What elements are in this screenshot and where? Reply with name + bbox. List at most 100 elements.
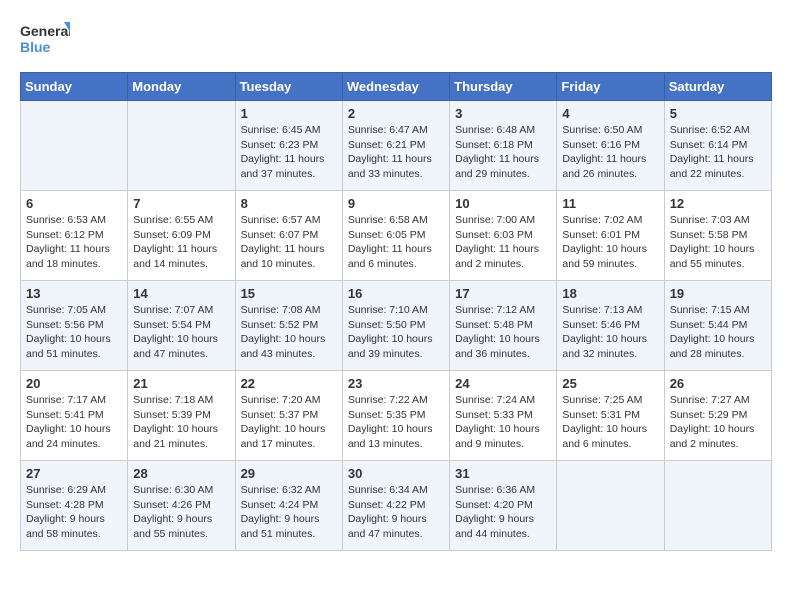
day-number: 14 xyxy=(133,286,229,301)
calendar-cell: 8 Sunrise: 6:57 AM Sunset: 6:07 PM Daylig… xyxy=(235,191,342,281)
day-info: Sunrise: 7:07 AM Sunset: 5:54 PM Dayligh… xyxy=(133,303,229,362)
weekday-header: Friday xyxy=(557,73,664,101)
day-number: 26 xyxy=(670,376,766,391)
calendar-cell: 18 Sunrise: 7:13 AM Sunset: 5:46 PM Dayli… xyxy=(557,281,664,371)
svg-text:Blue: Blue xyxy=(20,39,51,55)
weekday-header: Sunday xyxy=(21,73,128,101)
calendar-week-row: 6 Sunrise: 6:53 AM Sunset: 6:12 PM Daylig… xyxy=(21,191,772,281)
calendar-cell: 27Sunrise: 6:29 AM Sunset: 4:28 PM Dayli… xyxy=(21,461,128,551)
calendar-cell: 29 Sunrise: 6:32 AM Sunset: 4:24 PM Dayli… xyxy=(235,461,342,551)
calendar-week-row: 27Sunrise: 6:29 AM Sunset: 4:28 PM Dayli… xyxy=(21,461,772,551)
calendar-cell: 23 Sunrise: 7:22 AM Sunset: 5:35 PM Dayli… xyxy=(342,371,449,461)
day-number: 8 xyxy=(241,196,337,211)
calendar-cell: 22 Sunrise: 7:20 AM Sunset: 5:37 PM Dayli… xyxy=(235,371,342,461)
day-number: 29 xyxy=(241,466,337,481)
day-info: Sunrise: 6:52 AM Sunset: 6:14 PM Dayligh… xyxy=(670,123,766,182)
logo-svg: General Blue xyxy=(20,20,70,62)
weekday-header-row: SundayMondayTuesdayWednesdayThursdayFrid… xyxy=(21,73,772,101)
day-info: Sunrise: 7:20 AM Sunset: 5:37 PM Dayligh… xyxy=(241,393,337,452)
calendar-cell xyxy=(664,461,771,551)
calendar-cell: 9 Sunrise: 6:58 AM Sunset: 6:05 PM Daylig… xyxy=(342,191,449,281)
day-info: Sunrise: 7:25 AM Sunset: 5:31 PM Dayligh… xyxy=(562,393,658,452)
day-info: Sunrise: 6:53 AM Sunset: 6:12 PM Dayligh… xyxy=(26,213,122,272)
calendar-cell: 11 Sunrise: 7:02 AM Sunset: 6:01 PM Dayli… xyxy=(557,191,664,281)
day-info: Sunrise: 7:10 AM Sunset: 5:50 PM Dayligh… xyxy=(348,303,444,362)
day-number: 28 xyxy=(133,466,229,481)
day-number: 24 xyxy=(455,376,551,391)
calendar-table: SundayMondayTuesdayWednesdayThursdayFrid… xyxy=(20,72,772,551)
calendar-cell: 20 Sunrise: 7:17 AM Sunset: 5:41 PM Dayli… xyxy=(21,371,128,461)
day-number: 19 xyxy=(670,286,766,301)
day-number: 11 xyxy=(562,196,658,211)
day-info: Sunrise: 7:08 AM Sunset: 5:52 PM Dayligh… xyxy=(241,303,337,362)
day-number: 15 xyxy=(241,286,337,301)
calendar-week-row: 1 Sunrise: 6:45 AM Sunset: 6:23 PM Daylig… xyxy=(21,101,772,191)
calendar-cell: 25 Sunrise: 7:25 AM Sunset: 5:31 PM Dayli… xyxy=(557,371,664,461)
weekday-header: Saturday xyxy=(664,73,771,101)
day-number: 18 xyxy=(562,286,658,301)
day-info: Sunrise: 7:27 AM Sunset: 5:29 PM Dayligh… xyxy=(670,393,766,452)
day-info: Sunrise: 7:15 AM Sunset: 5:44 PM Dayligh… xyxy=(670,303,766,362)
calendar-cell: 1 Sunrise: 6:45 AM Sunset: 6:23 PM Daylig… xyxy=(235,101,342,191)
calendar-cell: 4Sunrise: 6:50 AM Sunset: 6:16 PM Daylig… xyxy=(557,101,664,191)
day-number: 17 xyxy=(455,286,551,301)
calendar-cell: 12 Sunrise: 7:03 AM Sunset: 5:58 PM Dayli… xyxy=(664,191,771,281)
day-number: 23 xyxy=(348,376,444,391)
day-number: 13 xyxy=(26,286,122,301)
day-info: Sunrise: 7:05 AM Sunset: 5:56 PM Dayligh… xyxy=(26,303,122,362)
day-number: 20 xyxy=(26,376,122,391)
day-info: Sunrise: 6:58 AM Sunset: 6:05 PM Dayligh… xyxy=(348,213,444,272)
header: General Blue xyxy=(20,20,772,62)
day-info: Sunrise: 7:00 AM Sunset: 6:03 PM Dayligh… xyxy=(455,213,551,272)
calendar-cell: 31Sunrise: 6:36 AM Sunset: 4:20 PM Dayli… xyxy=(450,461,557,551)
day-info: Sunrise: 7:22 AM Sunset: 5:35 PM Dayligh… xyxy=(348,393,444,452)
day-info: Sunrise: 7:24 AM Sunset: 5:33 PM Dayligh… xyxy=(455,393,551,452)
calendar-week-row: 13 Sunrise: 7:05 AM Sunset: 5:56 PM Dayli… xyxy=(21,281,772,371)
day-info: Sunrise: 7:02 AM Sunset: 6:01 PM Dayligh… xyxy=(562,213,658,272)
calendar-cell: 15 Sunrise: 7:08 AM Sunset: 5:52 PM Dayli… xyxy=(235,281,342,371)
calendar-cell: 10 Sunrise: 7:00 AM Sunset: 6:03 PM Dayli… xyxy=(450,191,557,281)
day-number: 27 xyxy=(26,466,122,481)
calendar-cell: 26 Sunrise: 7:27 AM Sunset: 5:29 PM Dayli… xyxy=(664,371,771,461)
day-info: Sunrise: 6:30 AM Sunset: 4:26 PM Dayligh… xyxy=(133,483,229,542)
day-info: Sunrise: 7:13 AM Sunset: 5:46 PM Dayligh… xyxy=(562,303,658,362)
calendar-cell: 7Sunrise: 6:55 AM Sunset: 6:09 PM Daylig… xyxy=(128,191,235,281)
day-number: 2 xyxy=(348,106,444,121)
day-number: 16 xyxy=(348,286,444,301)
page-container: General Blue SundayMondayTuesdayWednesda… xyxy=(0,0,792,561)
weekday-header: Tuesday xyxy=(235,73,342,101)
day-number: 25 xyxy=(562,376,658,391)
weekday-header: Thursday xyxy=(450,73,557,101)
logo: General Blue xyxy=(20,20,70,62)
day-number: 31 xyxy=(455,466,551,481)
day-number: 5 xyxy=(670,106,766,121)
day-number: 10 xyxy=(455,196,551,211)
day-number: 4 xyxy=(562,106,658,121)
day-info: Sunrise: 7:17 AM Sunset: 5:41 PM Dayligh… xyxy=(26,393,122,452)
calendar-cell xyxy=(557,461,664,551)
day-info: Sunrise: 7:18 AM Sunset: 5:39 PM Dayligh… xyxy=(133,393,229,452)
weekday-header: Wednesday xyxy=(342,73,449,101)
day-number: 1 xyxy=(241,106,337,121)
calendar-cell: 30 Sunrise: 6:34 AM Sunset: 4:22 PM Dayli… xyxy=(342,461,449,551)
day-info: Sunrise: 7:03 AM Sunset: 5:58 PM Dayligh… xyxy=(670,213,766,272)
day-info: Sunrise: 7:12 AM Sunset: 5:48 PM Dayligh… xyxy=(455,303,551,362)
calendar-cell: 28 Sunrise: 6:30 AM Sunset: 4:26 PM Dayli… xyxy=(128,461,235,551)
day-number: 3 xyxy=(455,106,551,121)
day-info: Sunrise: 6:48 AM Sunset: 6:18 PM Dayligh… xyxy=(455,123,551,182)
day-info: Sunrise: 6:34 AM Sunset: 4:22 PM Dayligh… xyxy=(348,483,444,542)
day-number: 22 xyxy=(241,376,337,391)
weekday-header: Monday xyxy=(128,73,235,101)
day-number: 6 xyxy=(26,196,122,211)
day-info: Sunrise: 6:45 AM Sunset: 6:23 PM Dayligh… xyxy=(241,123,337,182)
calendar-cell: 6 Sunrise: 6:53 AM Sunset: 6:12 PM Daylig… xyxy=(21,191,128,281)
day-info: Sunrise: 6:57 AM Sunset: 6:07 PM Dayligh… xyxy=(241,213,337,272)
calendar-cell: 16 Sunrise: 7:10 AM Sunset: 5:50 PM Dayli… xyxy=(342,281,449,371)
calendar-cell: 3 Sunrise: 6:48 AM Sunset: 6:18 PM Daylig… xyxy=(450,101,557,191)
day-number: 30 xyxy=(348,466,444,481)
day-number: 12 xyxy=(670,196,766,211)
calendar-cell xyxy=(21,101,128,191)
calendar-cell: 5 Sunrise: 6:52 AM Sunset: 6:14 PM Daylig… xyxy=(664,101,771,191)
day-number: 9 xyxy=(348,196,444,211)
day-info: Sunrise: 6:32 AM Sunset: 4:24 PM Dayligh… xyxy=(241,483,337,542)
